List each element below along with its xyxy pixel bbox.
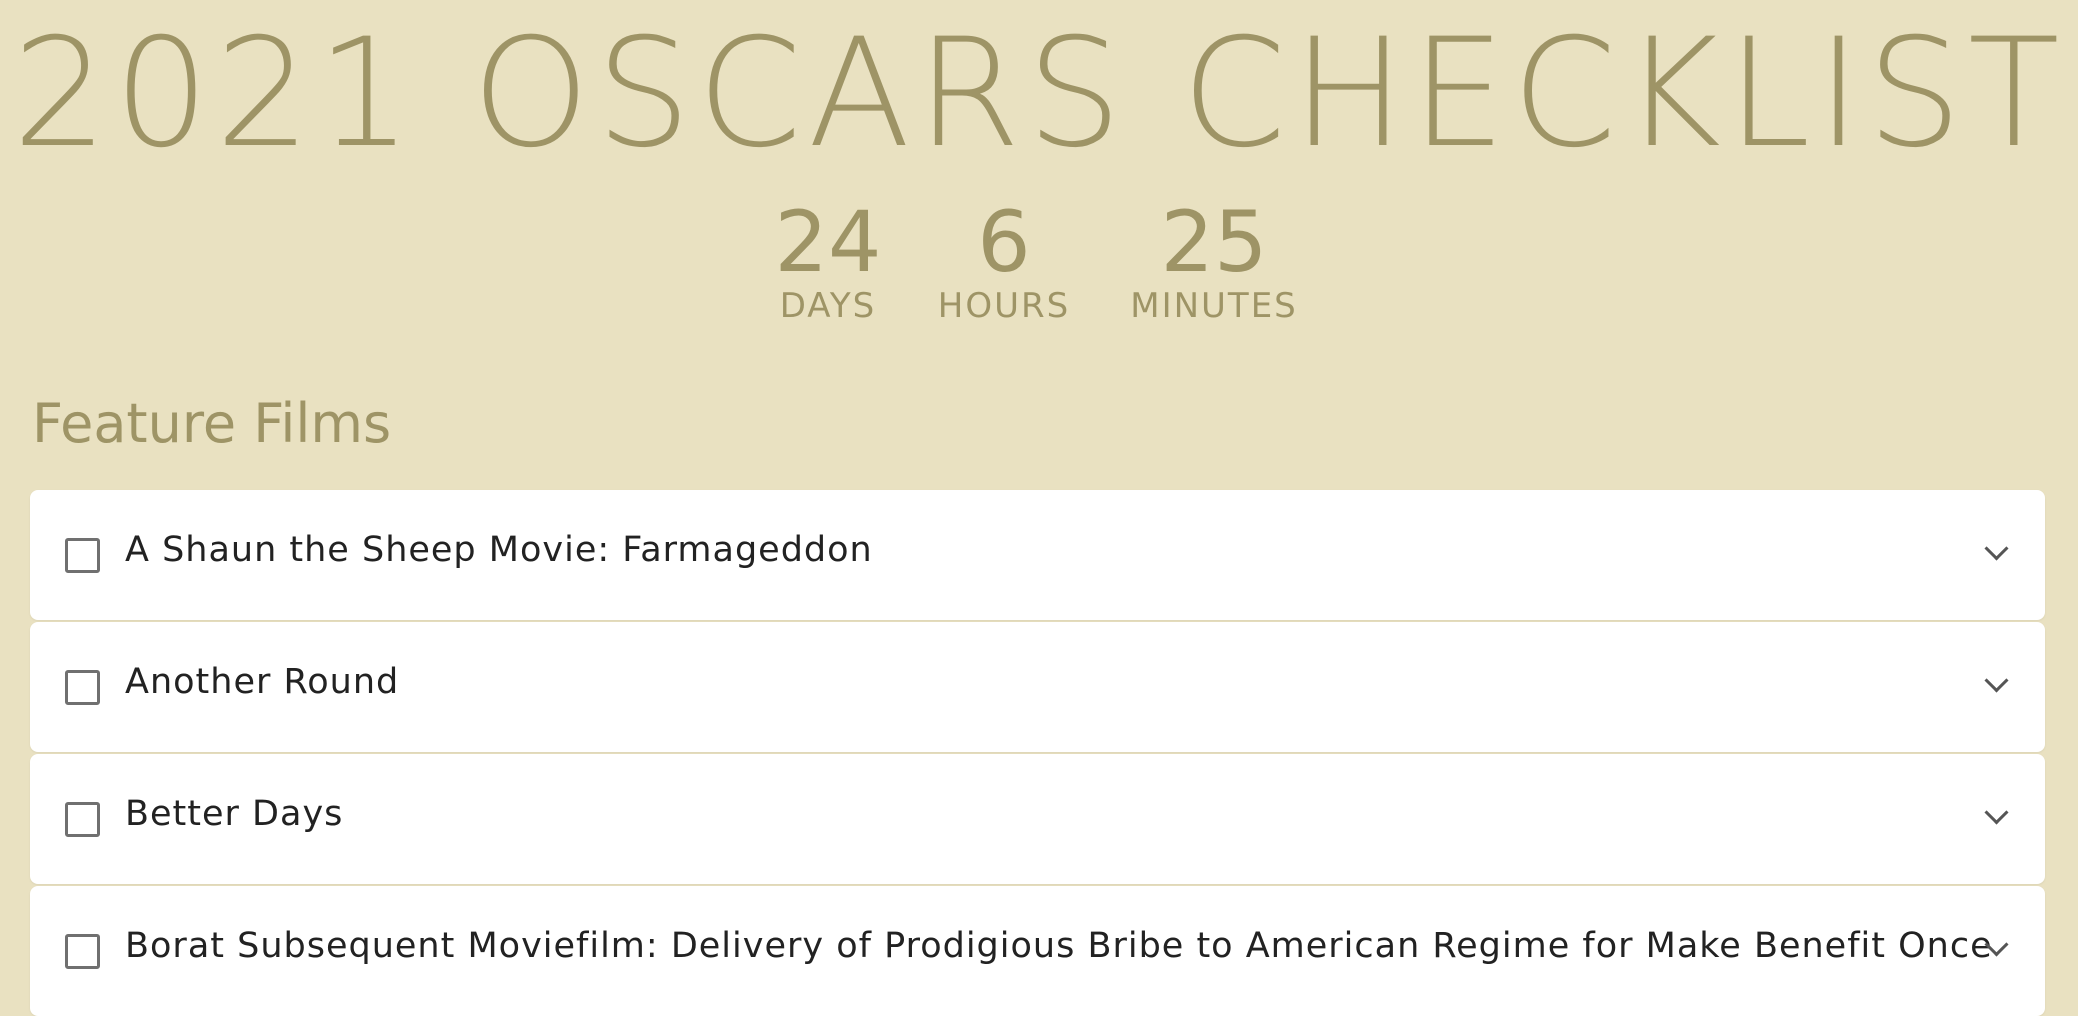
page-title: 2021 OSCARS CHECKLIST: [12, 7, 2066, 181]
chevron-down-icon[interactable]: [1984, 536, 2009, 561]
countdown-hours: 6 HOURS: [938, 200, 1070, 326]
days-value: 24: [774, 193, 882, 291]
checkbox[interactable]: [65, 670, 100, 705]
hours-value: 6: [977, 193, 1031, 291]
film-name: Borat Subsequent Moviefilm: Delivery of …: [125, 926, 1993, 966]
chevron-down-icon[interactable]: [1984, 668, 2009, 693]
film-item[interactable]: Better Days: [30, 754, 2045, 884]
film-item[interactable]: Another Round: [30, 622, 2045, 752]
days-label: DAYS: [779, 286, 877, 326]
minutes-value: 25: [1160, 193, 1268, 291]
chevron-down-icon[interactable]: [1984, 800, 2009, 825]
checkbox[interactable]: [65, 538, 100, 573]
hours-label: HOURS: [937, 286, 1071, 326]
film-name: Better Days: [125, 794, 344, 834]
checkbox[interactable]: [65, 934, 100, 969]
film-name: A Shaun the Sheep Movie: Farmageddon: [125, 530, 873, 570]
film-name: Another Round: [125, 662, 400, 702]
countdown-days: 24 DAYS: [775, 200, 882, 326]
countdown-minutes: 25 MINUTES: [1130, 200, 1298, 326]
minutes-label: MINUTES: [1130, 286, 1298, 326]
film-item[interactable]: Borat Subsequent Moviefilm: Delivery of …: [30, 886, 2045, 1016]
film-item[interactable]: A Shaun the Sheep Movie: Farmageddon: [30, 490, 2045, 620]
section-title: Feature Films: [32, 392, 392, 455]
checkbox[interactable]: [65, 802, 100, 837]
